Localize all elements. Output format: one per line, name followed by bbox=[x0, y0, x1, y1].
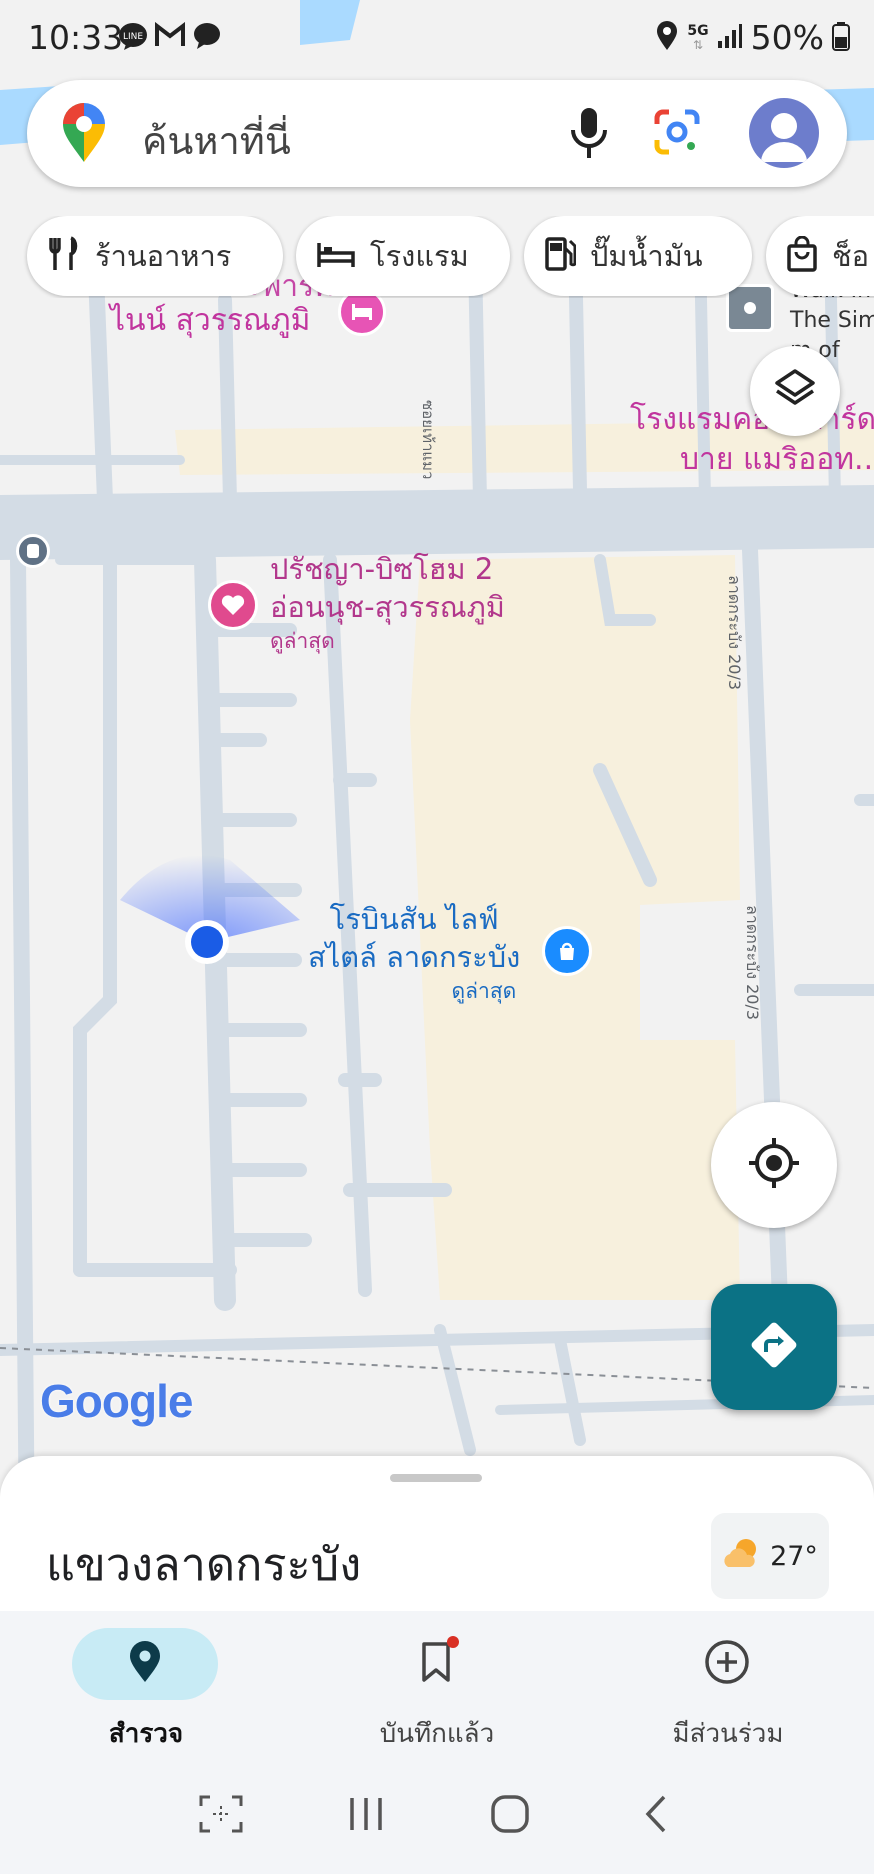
recent-apps-icon[interactable] bbox=[346, 1794, 386, 1838]
my-location-button[interactable] bbox=[711, 1102, 837, 1228]
battery-icon bbox=[832, 21, 850, 55]
status-bar: 10:33 LINE 5G ⇅ 50% bbox=[0, 0, 874, 78]
chip-label: โรงแรม bbox=[370, 239, 469, 273]
nav-saved[interactable]: บันทึกแล้ว bbox=[291, 1611, 583, 1756]
chip-hotels[interactable]: โรงแรม bbox=[296, 216, 510, 296]
weather-temp: 27° bbox=[770, 1540, 818, 1572]
status-app-icons: LINE bbox=[118, 21, 222, 54]
nav-saved-pill bbox=[363, 1628, 509, 1700]
place-label-line: The Sim bbox=[790, 308, 874, 333]
heart-pin-icon[interactable] bbox=[208, 580, 258, 630]
nav-contribute-pill bbox=[654, 1628, 800, 1700]
line-icon: LINE bbox=[118, 22, 148, 54]
notification-dot bbox=[447, 1636, 459, 1648]
chip-label: ปั๊มน้ำมัน bbox=[590, 239, 703, 273]
street-label: ลาดกระบัง 20/3 bbox=[725, 575, 744, 691]
explore-pin-icon bbox=[128, 1640, 162, 1688]
nav-contribute[interactable]: มีส่วนร่วม bbox=[582, 1611, 874, 1756]
location-icon bbox=[655, 20, 679, 55]
place-label-courtyard[interactable]: โรงแรมคอร์ทยาร์ด บาย แมริออท... bbox=[630, 400, 874, 480]
directions-icon bbox=[745, 1316, 803, 1378]
place-label-pratchaya[interactable]: ปรัชญา-บิซโฮม 2 อ่อนนุช-สุวรรณภูมิ ดูล่า… bbox=[270, 550, 505, 656]
add-circle-icon bbox=[703, 1638, 751, 1690]
sheet-drag-handle[interactable] bbox=[390, 1474, 482, 1482]
network-5g-icon: 5G ⇅ bbox=[687, 22, 709, 52]
layers-icon bbox=[773, 367, 817, 415]
status-time: 10:33 bbox=[28, 18, 124, 57]
street-label: ซอยเท้าแมว bbox=[419, 400, 437, 480]
place-label-sub: ดูล่าสุด bbox=[451, 979, 517, 1003]
home-icon[interactable] bbox=[490, 1794, 530, 1838]
bookmark-icon bbox=[419, 1636, 459, 1688]
google-lens-icon[interactable] bbox=[651, 106, 703, 162]
street-label: ลาดกระบัง 20/3 bbox=[743, 905, 762, 1021]
category-chips: ร้านอาหาร โรงแรม ปั๊มน้ำมัน ช็อ bbox=[0, 216, 874, 298]
microphone-icon[interactable] bbox=[567, 106, 611, 166]
chip-label: ร้านอาหาร bbox=[95, 239, 232, 273]
chip-gas-stations[interactable]: ปั๊มน้ำมัน bbox=[524, 216, 752, 296]
place-label-line: ปรัชญา-บิซโฮม 2 bbox=[270, 552, 494, 586]
network-label: 5G bbox=[687, 22, 709, 39]
nav-label: มีส่วนร่วม bbox=[672, 1719, 784, 1749]
search-bar[interactable]: ค้นหาที่นี่ bbox=[27, 80, 847, 187]
place-label-sub: ดูล่าสุด bbox=[270, 629, 335, 653]
bus-stop-icon[interactable] bbox=[16, 534, 50, 568]
avatar[interactable] bbox=[749, 98, 819, 168]
restaurant-icon bbox=[47, 236, 81, 276]
battery-percent: 50% bbox=[750, 18, 824, 57]
chat-icon bbox=[192, 22, 222, 54]
search-input[interactable]: ค้นหาที่นี่ bbox=[142, 110, 291, 171]
nav-explore[interactable]: สำรวจ bbox=[0, 1611, 292, 1756]
gas-station-icon bbox=[544, 236, 577, 276]
layers-button[interactable] bbox=[750, 346, 840, 436]
nav-explore-pill bbox=[72, 1628, 218, 1700]
nav-label: บันทึกแล้ว bbox=[379, 1719, 495, 1749]
system-navigation-bar bbox=[0, 1756, 874, 1874]
svg-text:LINE: LINE bbox=[123, 32, 143, 42]
place-label-robinson[interactable]: โรบินสัน ไลฟ์ สไตล์ ลาดกระบัง ดูล่าสุด bbox=[308, 900, 520, 1006]
my-location-icon bbox=[746, 1135, 802, 1195]
hotel-icon bbox=[316, 239, 356, 273]
shopping-bag-icon bbox=[786, 235, 818, 276]
partly-cloudy-icon bbox=[722, 1537, 762, 1575]
chip-label: ช็อ bbox=[832, 239, 870, 273]
bottom-sheet[interactable]: แขวงลาดกระบัง 27° bbox=[0, 1456, 874, 1616]
back-icon[interactable] bbox=[640, 1794, 670, 1838]
weather-chip[interactable]: 27° bbox=[711, 1513, 829, 1599]
google-logo: Google bbox=[40, 1375, 193, 1427]
chip-restaurants[interactable]: ร้านอาหาร bbox=[27, 216, 283, 296]
directions-button[interactable] bbox=[711, 1284, 837, 1410]
signal-icon bbox=[717, 23, 743, 53]
shopping-pin-icon[interactable] bbox=[542, 926, 592, 976]
chip-shopping[interactable]: ช็อ bbox=[766, 216, 874, 296]
area-title: แขวงลาดกระบัง bbox=[46, 1538, 362, 1591]
status-right-group: 5G ⇅ 50% bbox=[655, 18, 850, 57]
place-label-line: อ่อนนุช-สุวรรณภูมิ bbox=[270, 590, 505, 624]
nav-label: สำรวจ bbox=[108, 1719, 184, 1749]
gmail-icon bbox=[154, 21, 186, 54]
bottom-navigation: สำรวจ บันทึกแล้ว มีส่วนร่วม bbox=[0, 1611, 874, 1756]
place-label-line: ไนน์ สุวรรณภูมิ bbox=[109, 303, 311, 338]
place-label-line: สไตล์ ลาดกระบัง bbox=[308, 940, 521, 974]
place-label-line: โรบินสัน ไลฟ์ bbox=[329, 902, 499, 936]
google-maps-pin-icon bbox=[61, 102, 107, 168]
place-label-line: บาย แมริออท... bbox=[680, 442, 874, 477]
screenshot-scan-icon[interactable] bbox=[198, 1794, 244, 1838]
